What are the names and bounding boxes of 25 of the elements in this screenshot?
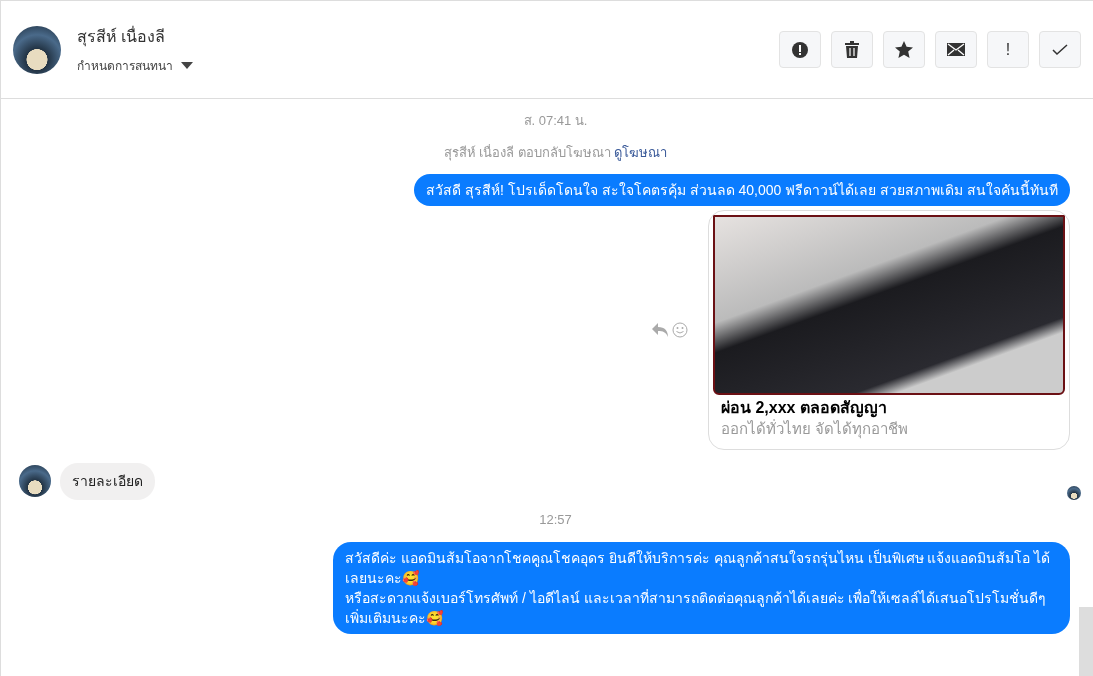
- ad-reply-notice: สุรสีห์ เนื่องลี ตอบกลับโฆษณา ดูโฆษณา: [443, 143, 668, 162]
- avatar: [13, 25, 61, 74]
- alert-icon[interactable]: [779, 31, 821, 68]
- timestamp: 12:57: [539, 511, 572, 529]
- card-subtitle: ออกได้ทั่วไทย จัดได้ทุกอาชีพ: [721, 418, 910, 439]
- delete-button[interactable]: [831, 31, 873, 68]
- mail-icon: [947, 43, 965, 56]
- timestamp: ส. 07:41 น.: [523, 112, 588, 130]
- sender-avatar: [19, 465, 51, 497]
- ad-card[interactable]: ผ่อน 2,xxx ตลอดสัญญา ออกได้ทั่วไทย จัดได้ทุกอาชีพ: [708, 210, 1070, 450]
- incoming-message: รายละเอียด: [60, 462, 155, 500]
- outgoing-message: สวัสดี สุรสีห์! โปรเด็ดโดนใจ สะใจโคตรคุ้ม ส่วนลด 40,000 ฟรีดาวน์ได้เลย สวยสภาพเดิม สนใจคันนี้ทันที: [414, 174, 1070, 206]
- card-title: ผ่อน 2,xxx ตลอดสัญญา: [721, 398, 888, 418]
- view-ad-link[interactable]: ดูโฆษณา: [614, 144, 668, 160]
- contact-name: สุรสีห์ เนื่องลี: [77, 25, 167, 49]
- caret-icon: [181, 61, 193, 70]
- scrollbar[interactable]: [1079, 607, 1093, 676]
- conversation-settings-dropdown[interactable]: กำหนดการสนทนา: [77, 56, 193, 75]
- star-icon: [895, 41, 913, 58]
- trash-icon: [845, 41, 859, 58]
- outgoing-message: สวัสดีค่ะ แอดมินส้มโอจากโชคคูณโชคอุดร ยินดีให้บริการค่ะ คุณลูกค้าสนใจรถรุ่นไหน เป็นพิเศษ แจ้งแอดมินส้มโอ ได้เลยนะคะ🥰 หรือสะดวกแจ้งเบอร์โทรศัพท์ / ไอดีไลน์ และเวลาที่สามารถติดต่อคุณลูกค้าได้เลยค่ะ เพื่อให้เซลล์ได้เสนอโปรโมชั่นดีๆเพิ่มเติมนะคะ🥰: [333, 541, 1070, 634]
- mail-button[interactable]: [935, 31, 977, 68]
- star-button[interactable]: [883, 31, 925, 68]
- check-icon: [1052, 43, 1068, 56]
- mark-important-button[interactable]: !: [987, 31, 1029, 68]
